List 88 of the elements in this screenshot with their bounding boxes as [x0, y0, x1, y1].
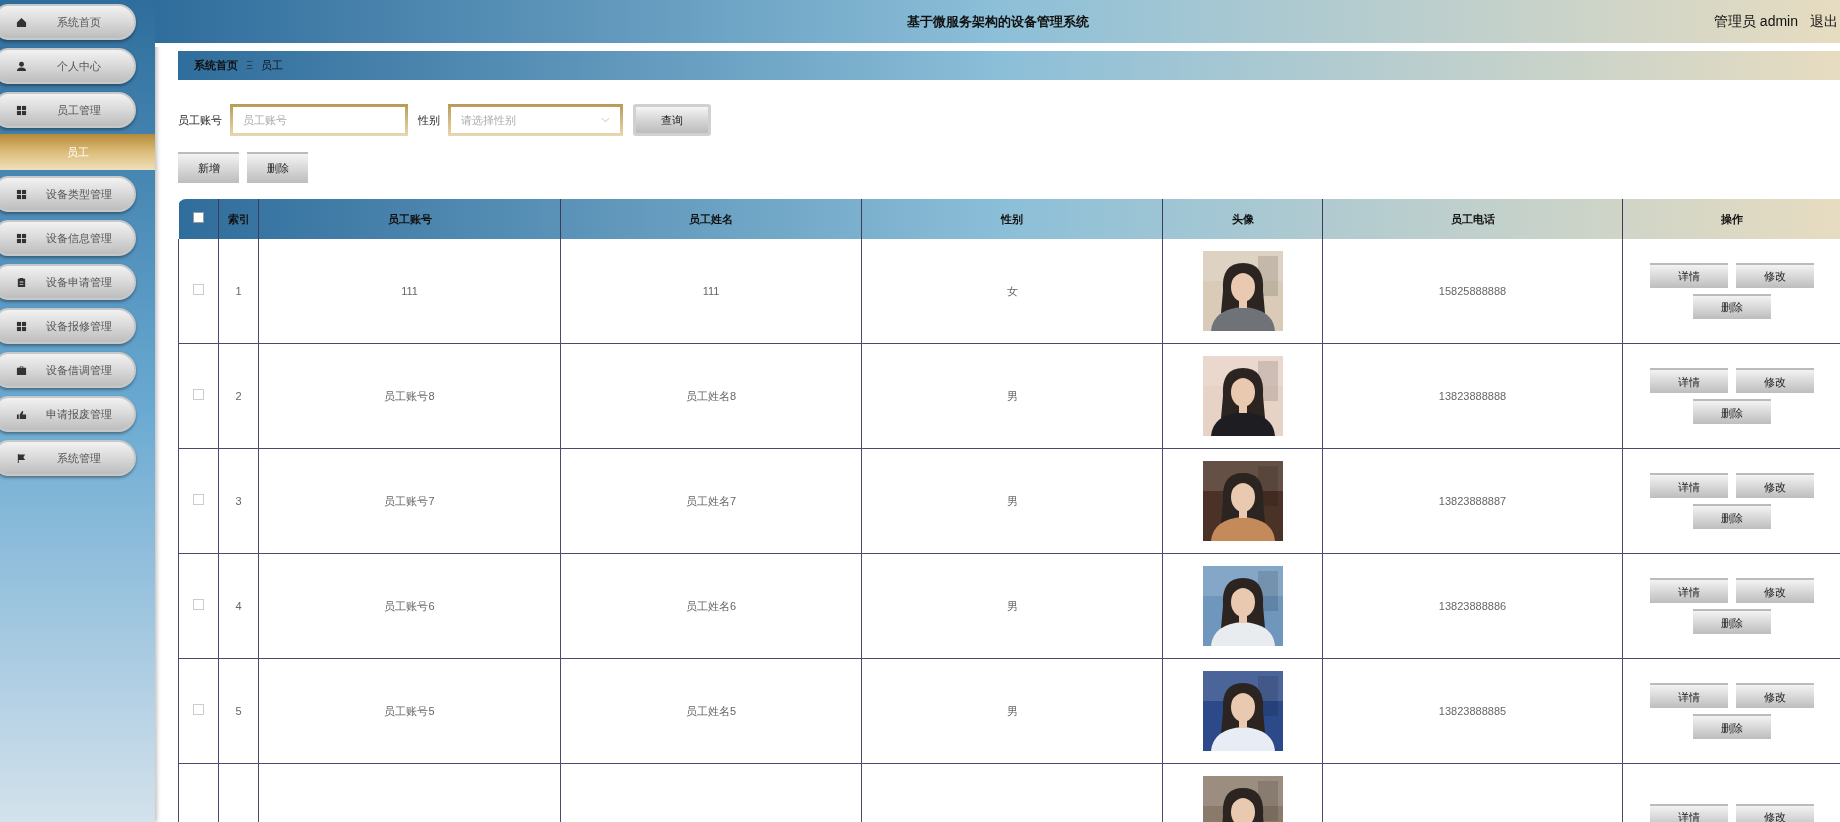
breadcrumb-link[interactable]: 系统首页 [194, 57, 238, 74]
table-cell: 男 [1006, 495, 1018, 508]
breadcrumb-separator: Ξ [246, 58, 254, 74]
sidebar-item[interactable]: 设备类型管理 [0, 176, 136, 212]
table-cell: 4 [235, 600, 242, 613]
row-action-button[interactable]: 修改 [1735, 263, 1814, 289]
table-cell: 13823888887 [1438, 495, 1507, 508]
user-icon [16, 60, 27, 72]
table-cell: 5 [235, 705, 242, 718]
table-cell: 13823888888 [1438, 390, 1507, 403]
table-cell: 15825888888 [1438, 284, 1507, 297]
row-action-button[interactable]: 详情 [1649, 368, 1728, 394]
table-cell: 111 [702, 284, 720, 297]
column-header: 员工电话 [1450, 212, 1495, 225]
row-action-button[interactable]: 删除 [1692, 714, 1771, 740]
row-action-button[interactable]: 详情 [1649, 263, 1728, 289]
select-all-checkbox[interactable] [192, 211, 204, 223]
row-action-button[interactable]: 删除 [1692, 504, 1771, 530]
search-button[interactable]: 查询 [633, 103, 711, 136]
table-cell: 2 [235, 390, 242, 403]
table-cell: 员工账号5 [384, 705, 435, 718]
table-cell: 员工账号8 [384, 390, 435, 403]
table-cell: 男 [1006, 390, 1018, 403]
home-icon [16, 16, 27, 28]
clipboard-icon [16, 276, 27, 288]
row-action-button[interactable]: 修改 [1735, 683, 1814, 709]
column-header: 性别 [1001, 212, 1023, 225]
hand-icon [16, 408, 27, 420]
table-cell: 员工账号6 [384, 600, 435, 613]
logout-link[interactable]: 退出 [1810, 11, 1838, 32]
briefcase-icon [16, 364, 27, 376]
field-label: 员工账号 [178, 112, 222, 128]
row-checkbox[interactable] [193, 494, 204, 506]
sidebar-item[interactable]: 设备信息管理 [0, 220, 136, 256]
table-cell: 员工姓名6 [685, 600, 737, 613]
table-cell: 男 [1006, 600, 1018, 613]
flag-icon [16, 452, 27, 464]
table-cell: 员工姓名5 [685, 705, 737, 718]
action-button[interactable]: 删除 [247, 151, 308, 183]
user-label: 管理员 admin [1713, 12, 1798, 31]
table-cell: 13823888885 [1438, 705, 1507, 718]
row-action-button[interactable]: 修改 [1735, 803, 1814, 822]
row-action-button[interactable]: 详情 [1649, 803, 1728, 822]
sidebar-item[interactable]: 设备借调管理 [0, 352, 136, 388]
sidebar-item[interactable]: 设备报修管理 [0, 308, 136, 344]
sidebar-item[interactable]: 个人中心 [0, 48, 136, 84]
row-checkbox[interactable] [193, 283, 204, 295]
column-header: 员工账号 [387, 212, 432, 225]
row-action-button[interactable]: 修改 [1735, 368, 1814, 394]
system-title: 基于微服务架构的设备管理系统 [906, 12, 1089, 31]
grid-icon [16, 188, 27, 200]
table-cell: 3 [235, 495, 242, 508]
sidebar-item[interactable]: 员工管理 [0, 92, 136, 128]
chevron-down-icon [601, 116, 610, 123]
row-action-button[interactable]: 详情 [1649, 683, 1728, 709]
table-cell: 员工姓名7 [685, 495, 737, 508]
row-action-button[interactable]: 删除 [1692, 294, 1771, 320]
breadcrumb-link[interactable]: 员工 [261, 57, 284, 74]
input-field[interactable]: 员工账号 [230, 103, 408, 136]
sidebar-item[interactable]: 系统首页 [0, 4, 136, 40]
row-action-button[interactable]: 详情 [1649, 578, 1728, 604]
table-cell: 111 [401, 284, 418, 297]
table-cell: 男 [1006, 705, 1018, 718]
field-label: 性别 [418, 112, 440, 128]
sidebar-item[interactable]: 系统管理 [0, 440, 136, 476]
action-button[interactable]: 新增 [178, 151, 239, 183]
column-header: 索引 [227, 212, 250, 225]
table-cell: 员工账号7 [384, 495, 435, 508]
sidebar-item[interactable]: 申请报废管理 [0, 396, 136, 432]
table-cell: 女 [1006, 284, 1018, 297]
row-action-button[interactable]: 删除 [1692, 399, 1771, 425]
column-header: 头像 [1231, 212, 1254, 225]
column-header: 员工姓名 [689, 212, 733, 225]
row-action-button[interactable]: 修改 [1735, 578, 1814, 604]
sidebar-item[interactable]: 设备申请管理 [0, 264, 136, 300]
row-checkbox[interactable] [193, 389, 204, 401]
row-action-button[interactable]: 详情 [1649, 473, 1728, 499]
grid-icon [16, 232, 27, 244]
row-action-button[interactable]: 修改 [1735, 473, 1814, 499]
table-cell: 13823888886 [1438, 600, 1507, 613]
table-cell: 员工姓名8 [685, 390, 737, 403]
table-cell: 1 [235, 284, 242, 297]
row-checkbox[interactable] [193, 599, 204, 611]
grid-icon [16, 104, 27, 116]
row-action-button[interactable]: 删除 [1692, 609, 1771, 635]
row-checkbox[interactable] [193, 704, 204, 716]
grid-icon [16, 320, 27, 332]
column-header: 操作 [1720, 212, 1743, 225]
